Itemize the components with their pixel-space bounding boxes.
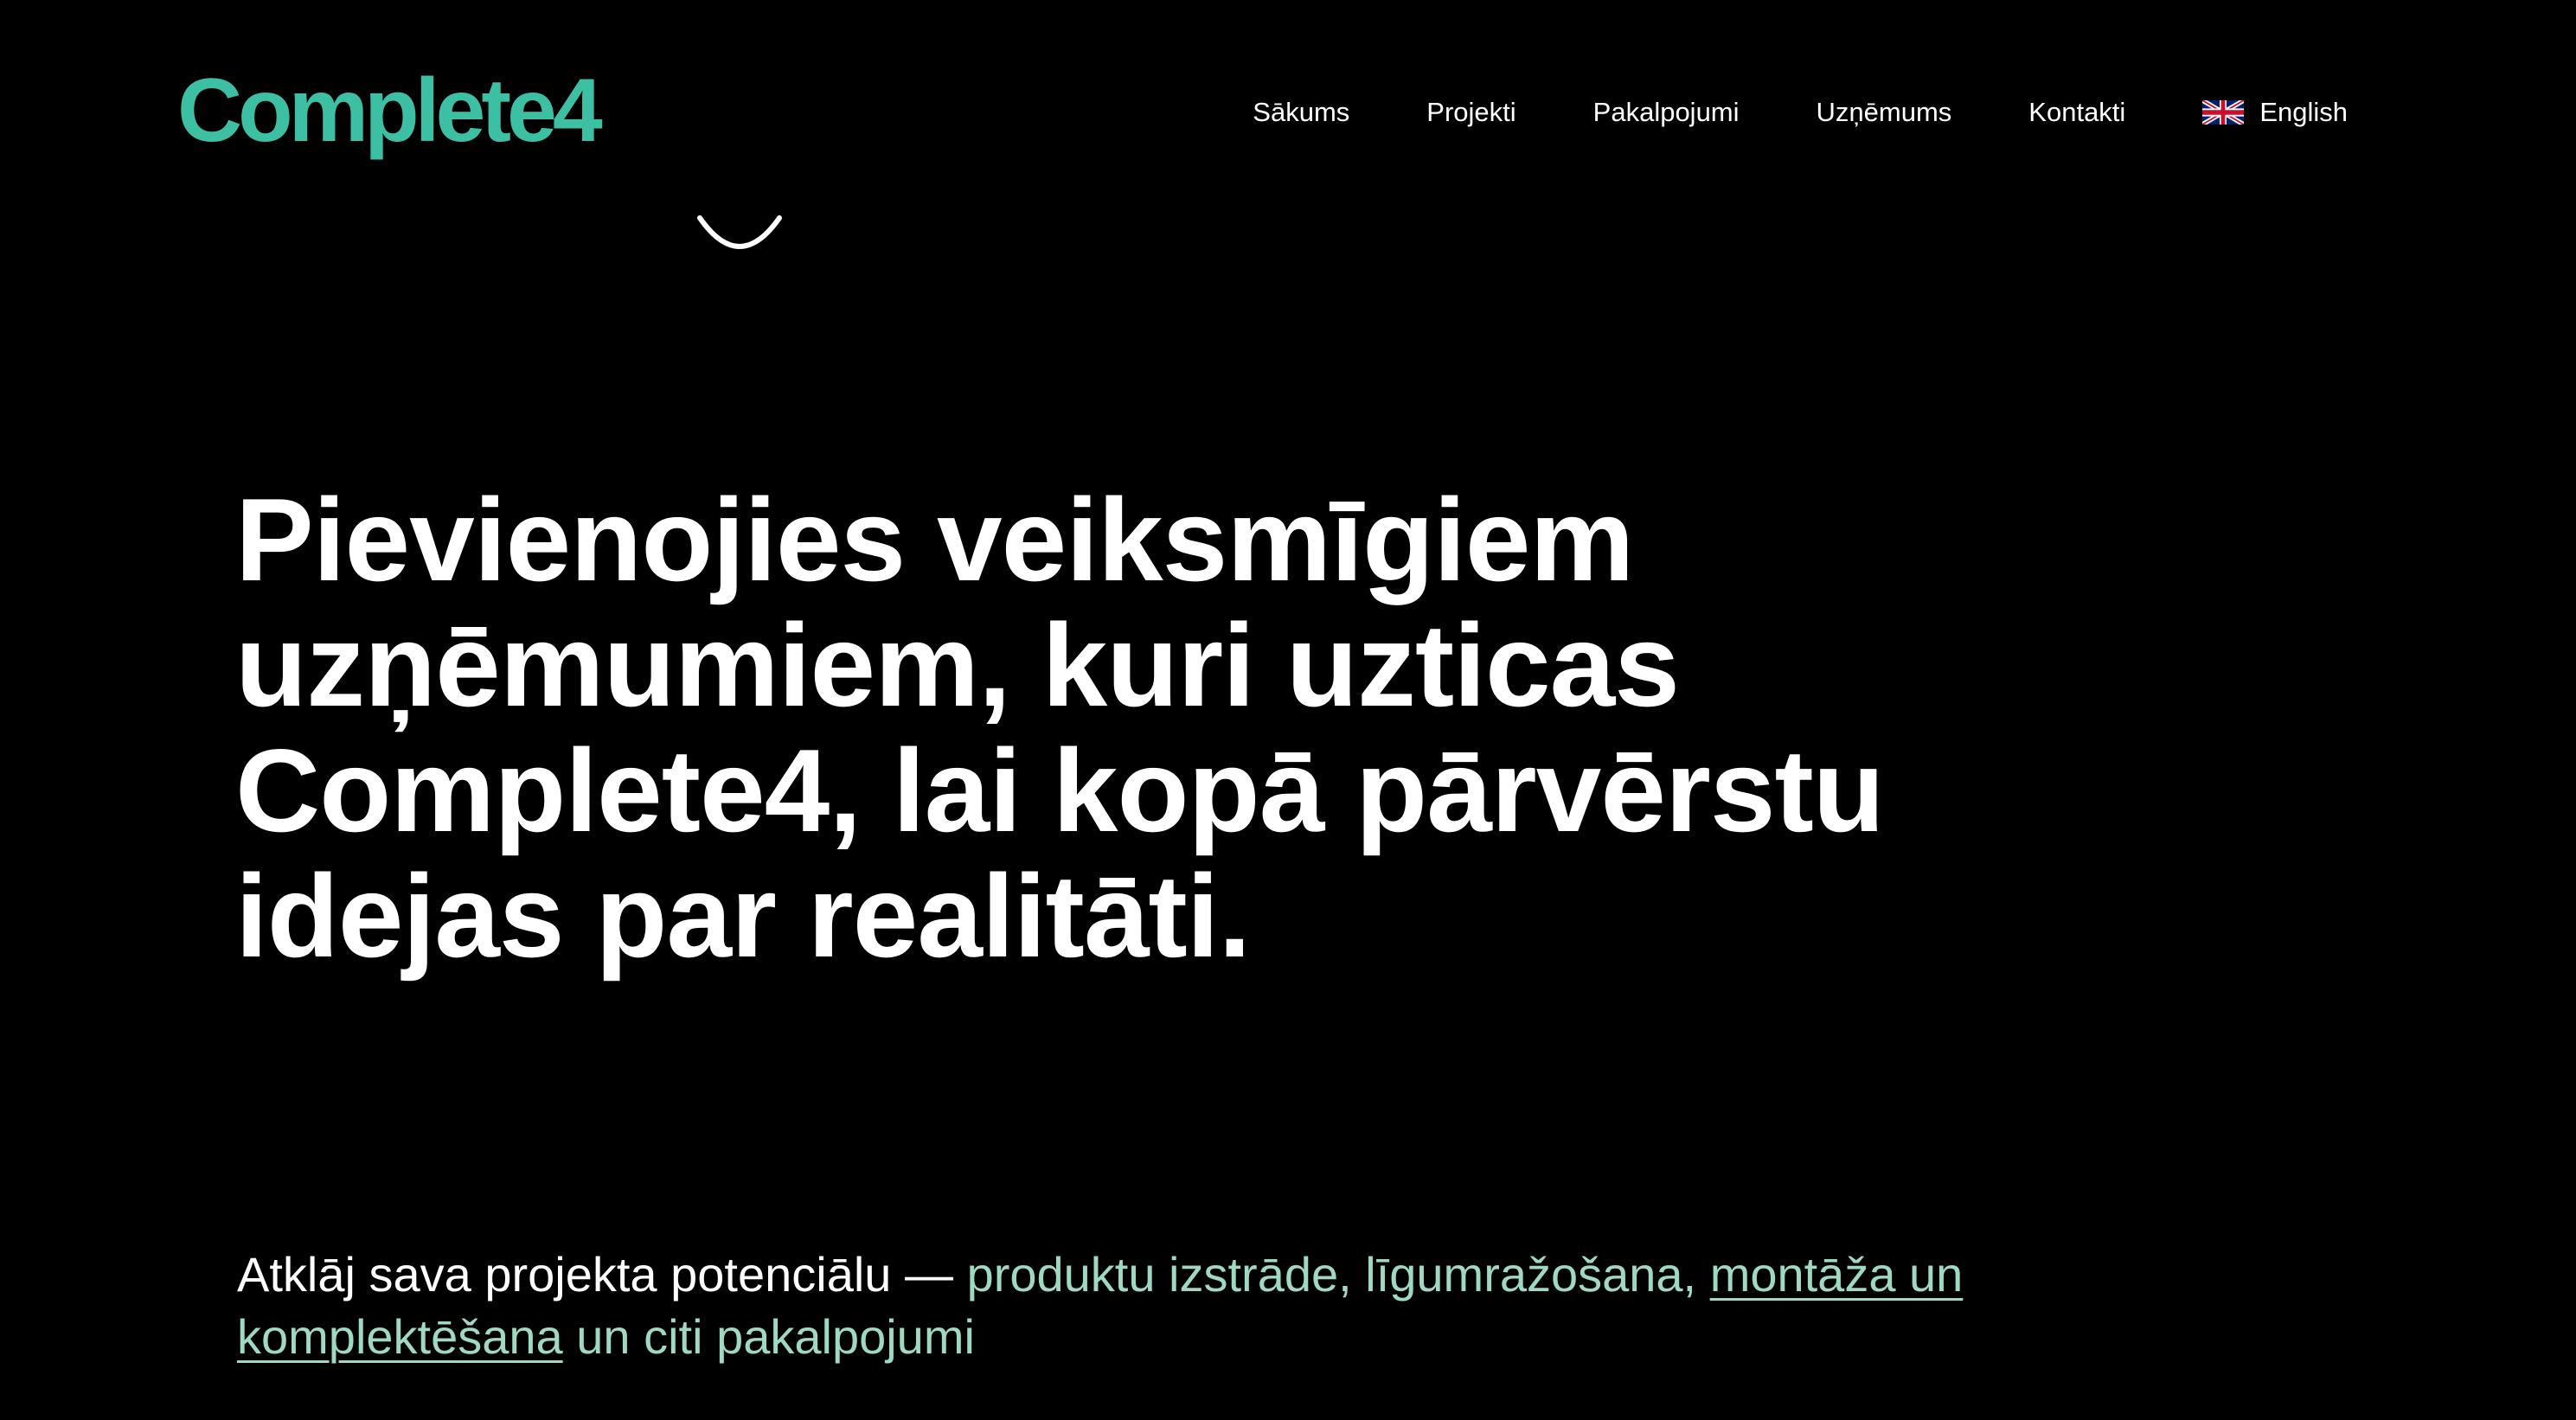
language-switcher[interactable]: English [2202, 93, 2348, 131]
nav-link-pakalpojumi[interactable]: Pakalpojumi [1593, 93, 1740, 131]
logo-wordmark: Complete4 [177, 61, 603, 161]
nav-link-sakums[interactable]: Sākums [1253, 93, 1349, 131]
logo[interactable]: Complete4 [177, 61, 782, 249]
hero-title: Pievienojies veiksmīgiem uzņēmumiem, kur… [235, 474, 1885, 982]
language-label: English [2259, 97, 2348, 127]
tagline-outro: un citi pakalpojumi [562, 1309, 975, 1364]
tagline-intro: Atklāj sava projekta potenciālu — [237, 1247, 967, 1302]
nav-link-uznemums[interactable]: Uzņēmums [1817, 93, 1952, 131]
uk-flag-icon [2202, 100, 2245, 125]
smile-icon [697, 215, 782, 249]
nav-link-projekti[interactable]: Projekti [1426, 93, 1515, 131]
service-product-development: produktu izstrāde, [966, 1247, 1366, 1302]
tagline: Atklāj sava projekta potenciālu — produk… [237, 1244, 2071, 1368]
main-navigation: Sākums Projekti Pakalpojumi Uzņēmums Kon… [1253, 93, 2348, 131]
service-contract-manufacturing: līgumražošana, [1365, 1247, 1710, 1302]
nav-link-kontakti[interactable]: Kontakti [2028, 93, 2125, 131]
